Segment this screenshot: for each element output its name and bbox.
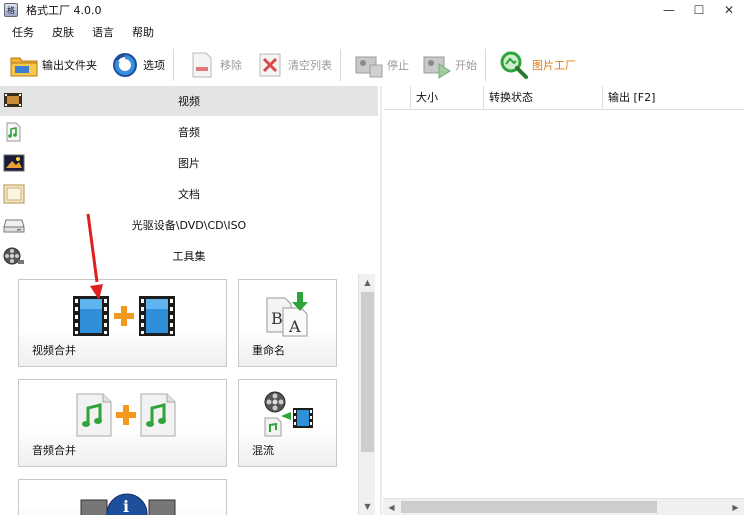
app-icon: 格	[4, 3, 18, 17]
scroll-up-arrow-icon[interactable]: ▲	[359, 274, 376, 291]
folder-icon	[8, 49, 40, 81]
tool-label: 重命名	[252, 344, 285, 357]
svg-text:i: i	[123, 497, 129, 515]
video-merge-icon	[73, 294, 177, 341]
picture-icon	[3, 153, 25, 173]
tool-mux[interactable]: 混流	[238, 379, 337, 467]
options-swirl-icon	[109, 49, 141, 81]
category-audio[interactable]: 音频	[0, 117, 378, 147]
scroll-left-arrow-icon[interactable]: ◀	[383, 499, 400, 515]
remove-button[interactable]: 移除	[182, 47, 246, 83]
tools-vertical-scrollbar[interactable]: ▲ ▼	[358, 274, 375, 515]
category-document[interactable]: 文档	[0, 179, 378, 209]
tool-video-merge[interactable]: 视频合并	[18, 279, 227, 367]
svg-text:A: A	[288, 317, 301, 336]
window-controls: — ☐ ✕	[654, 0, 744, 20]
clear-list-button[interactable]: 清空列表	[250, 47, 336, 83]
menu-task[interactable]: 任务	[6, 24, 40, 40]
tool-label: 混流	[252, 444, 274, 457]
scroll-thumb[interactable]	[361, 292, 374, 452]
toolbar: 输出文件夹 选项 移除 清空列表 停止 开始 图片工厂	[0, 44, 744, 86]
start-button[interactable]: 开始	[417, 47, 481, 83]
tool-media-info[interactable]: i	[18, 479, 227, 515]
stop-button[interactable]: 停止	[349, 47, 413, 83]
category-picture[interactable]: 图片	[0, 148, 378, 178]
options-button[interactable]: 选项	[105, 47, 169, 83]
document-icon	[3, 184, 25, 204]
stop-icon	[353, 49, 385, 81]
category-disc[interactable]: 光驱设备\DVD\CD\ISO	[0, 210, 378, 240]
task-list-panel: 大小 转换状态 输出 [F2] ◀ ▶	[383, 86, 744, 515]
toolbar-separator	[173, 49, 174, 81]
task-table-header: 大小 转换状态 输出 [F2]	[383, 86, 744, 110]
toolbar-separator	[485, 49, 486, 81]
remove-icon	[186, 49, 218, 81]
close-button[interactable]: ✕	[714, 0, 744, 20]
column-header-icon[interactable]	[383, 86, 411, 110]
magnifier-icon	[498, 49, 530, 81]
film-icon	[3, 91, 25, 111]
svg-text:B: B	[271, 309, 283, 328]
audio-merge-icon	[75, 392, 179, 441]
menu-bar: 任务 皮肤 语言 帮助	[0, 22, 160, 42]
minimize-button[interactable]: —	[654, 0, 684, 20]
column-header-output[interactable]: 输出 [F2]	[603, 86, 744, 110]
disc-drive-icon	[3, 215, 25, 235]
output-folder-button[interactable]: 输出文件夹	[4, 47, 101, 83]
scroll-down-arrow-icon[interactable]: ▼	[359, 498, 376, 515]
title-bar: 格 格式工厂 4.0.0 — ☐ ✕	[0, 0, 744, 20]
window-title: 格式工厂 4.0.0	[26, 4, 102, 17]
tools-grid: 视频合并 B A 重命名 音频合并 混流 i	[0, 266, 378, 515]
column-header-size[interactable]: 大小	[411, 86, 484, 110]
tool-label: 音频合并	[32, 444, 76, 457]
start-icon	[421, 49, 453, 81]
tool-audio-merge[interactable]: 音频合并	[18, 379, 227, 467]
maximize-button[interactable]: ☐	[684, 0, 714, 20]
scroll-right-arrow-icon[interactable]: ▶	[727, 499, 744, 515]
column-header-status[interactable]: 转换状态	[484, 86, 603, 110]
tool-rename[interactable]: B A 重命名	[238, 279, 337, 367]
category-video[interactable]: 视频	[0, 86, 378, 116]
rename-icon: B A	[263, 290, 311, 341]
menu-language[interactable]: 语言	[86, 24, 120, 40]
media-info-icon: i	[79, 488, 179, 515]
tool-label: 视频合并	[32, 344, 76, 357]
film-reel-icon	[3, 246, 25, 266]
picture-factory-button[interactable]: 图片工厂	[494, 47, 580, 83]
menu-help[interactable]: 帮助	[126, 24, 160, 40]
category-panel: 视频 音频 图片 文档 光驱设备\DVD\CD\ISO 工具集 视频合并 B A…	[0, 86, 378, 515]
task-horizontal-scrollbar[interactable]: ◀ ▶	[383, 498, 744, 515]
clear-icon	[254, 49, 286, 81]
panel-splitter[interactable]	[380, 86, 382, 515]
mux-icon	[261, 390, 315, 441]
scroll-thumb[interactable]	[401, 501, 657, 513]
menu-skin[interactable]: 皮肤	[46, 24, 80, 40]
music-note-icon	[3, 122, 25, 142]
toolbar-separator	[340, 49, 341, 81]
